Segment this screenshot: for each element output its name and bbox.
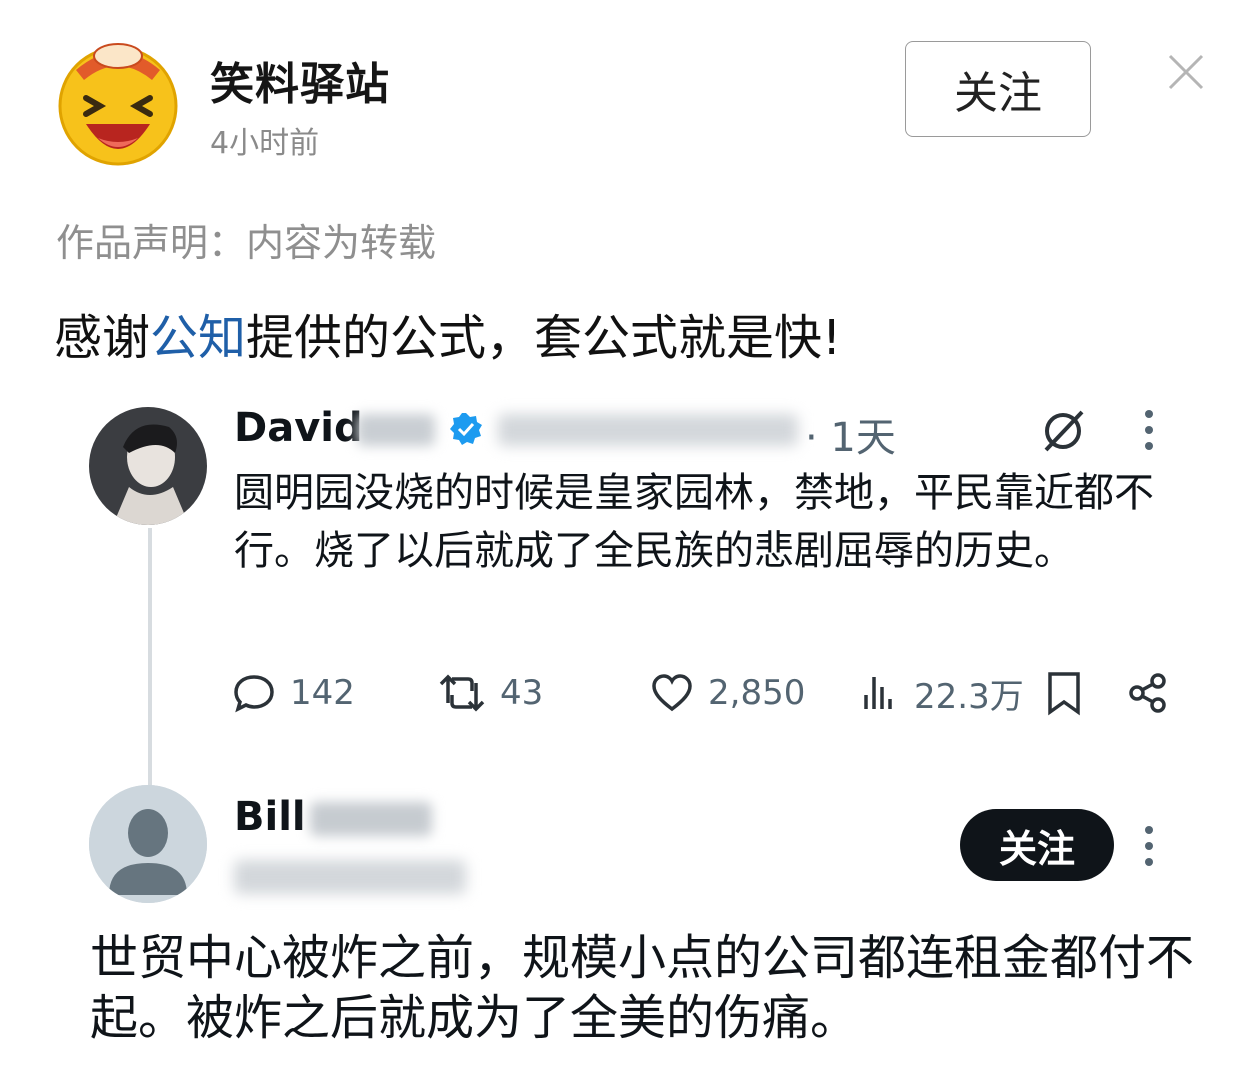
blurred-handle: [498, 414, 798, 446]
reply-button[interactable]: 142: [232, 668, 355, 718]
more-options-icon[interactable]: [1137, 824, 1161, 868]
share-button[interactable]: [1126, 668, 1184, 718]
like-count: 2,850: [708, 673, 806, 713]
heart-icon: [652, 674, 692, 712]
post-text-after: 提供的公式，套公式就是快!: [246, 310, 842, 366]
views-icon: [864, 677, 892, 709]
blurred-name-part: [310, 802, 432, 836]
mention-link[interactable]: 公知: [150, 310, 246, 366]
more-options-icon[interactable]: [1137, 408, 1161, 452]
retweet-count: 43: [500, 673, 544, 713]
retweet-button[interactable]: 43: [438, 668, 543, 718]
follow-button[interactable]: 关注: [905, 41, 1091, 137]
bookmark-button[interactable]: [1044, 668, 1098, 718]
blurred-handle: [234, 860, 466, 894]
share-icon: [1129, 673, 1166, 713]
retweet-icon: [439, 674, 485, 712]
tweet1-author-name[interactable]: David: [234, 405, 363, 451]
views-button[interactable]: 22.3万: [860, 668, 1024, 718]
tweet1-actions: 142 43 2,850 22.3万: [232, 668, 1182, 718]
post-time: 4小时前: [210, 126, 320, 161]
tweet1-avatar[interactable]: [89, 407, 207, 525]
post-text-before: 感谢: [54, 310, 151, 366]
post-text: 感谢公知提供的公式，套公式就是快!: [54, 298, 841, 368]
verified-badge-icon: [448, 411, 484, 447]
tweet2-follow-button[interactable]: 关注: [960, 809, 1114, 881]
views-count: 22.3万: [914, 676, 1024, 717]
tweet2-author-name[interactable]: Bill: [234, 794, 306, 840]
close-icon[interactable]: [1166, 52, 1206, 92]
account-name[interactable]: 笑料驿站: [210, 48, 390, 112]
tweet2-avatar[interactable]: [89, 785, 207, 903]
reply-count: 142: [290, 673, 355, 713]
tweet2-body: 世贸中心被炸之前，规模小点的公司都连租金都付不起。被炸之后就成为了全美的伤痛。: [90, 930, 1195, 1046]
reply-icon: [234, 675, 274, 713]
grok-icon[interactable]: [1040, 408, 1086, 454]
thread-line: [148, 528, 152, 786]
blurred-name-part: [357, 414, 435, 446]
tweet1-body: 圆明园没烧的时候是皇家园林，禁地，平民靠近都不行。烧了以后就成了全民族的悲剧屈辱…: [234, 470, 1154, 574]
tweet1-time: · 1天: [805, 415, 896, 461]
account-avatar[interactable]: [52, 34, 184, 166]
like-button[interactable]: 2,850: [650, 668, 805, 718]
content-declaration: 作品声明：内容为转载: [56, 221, 437, 265]
bookmark-icon: [1048, 672, 1080, 716]
